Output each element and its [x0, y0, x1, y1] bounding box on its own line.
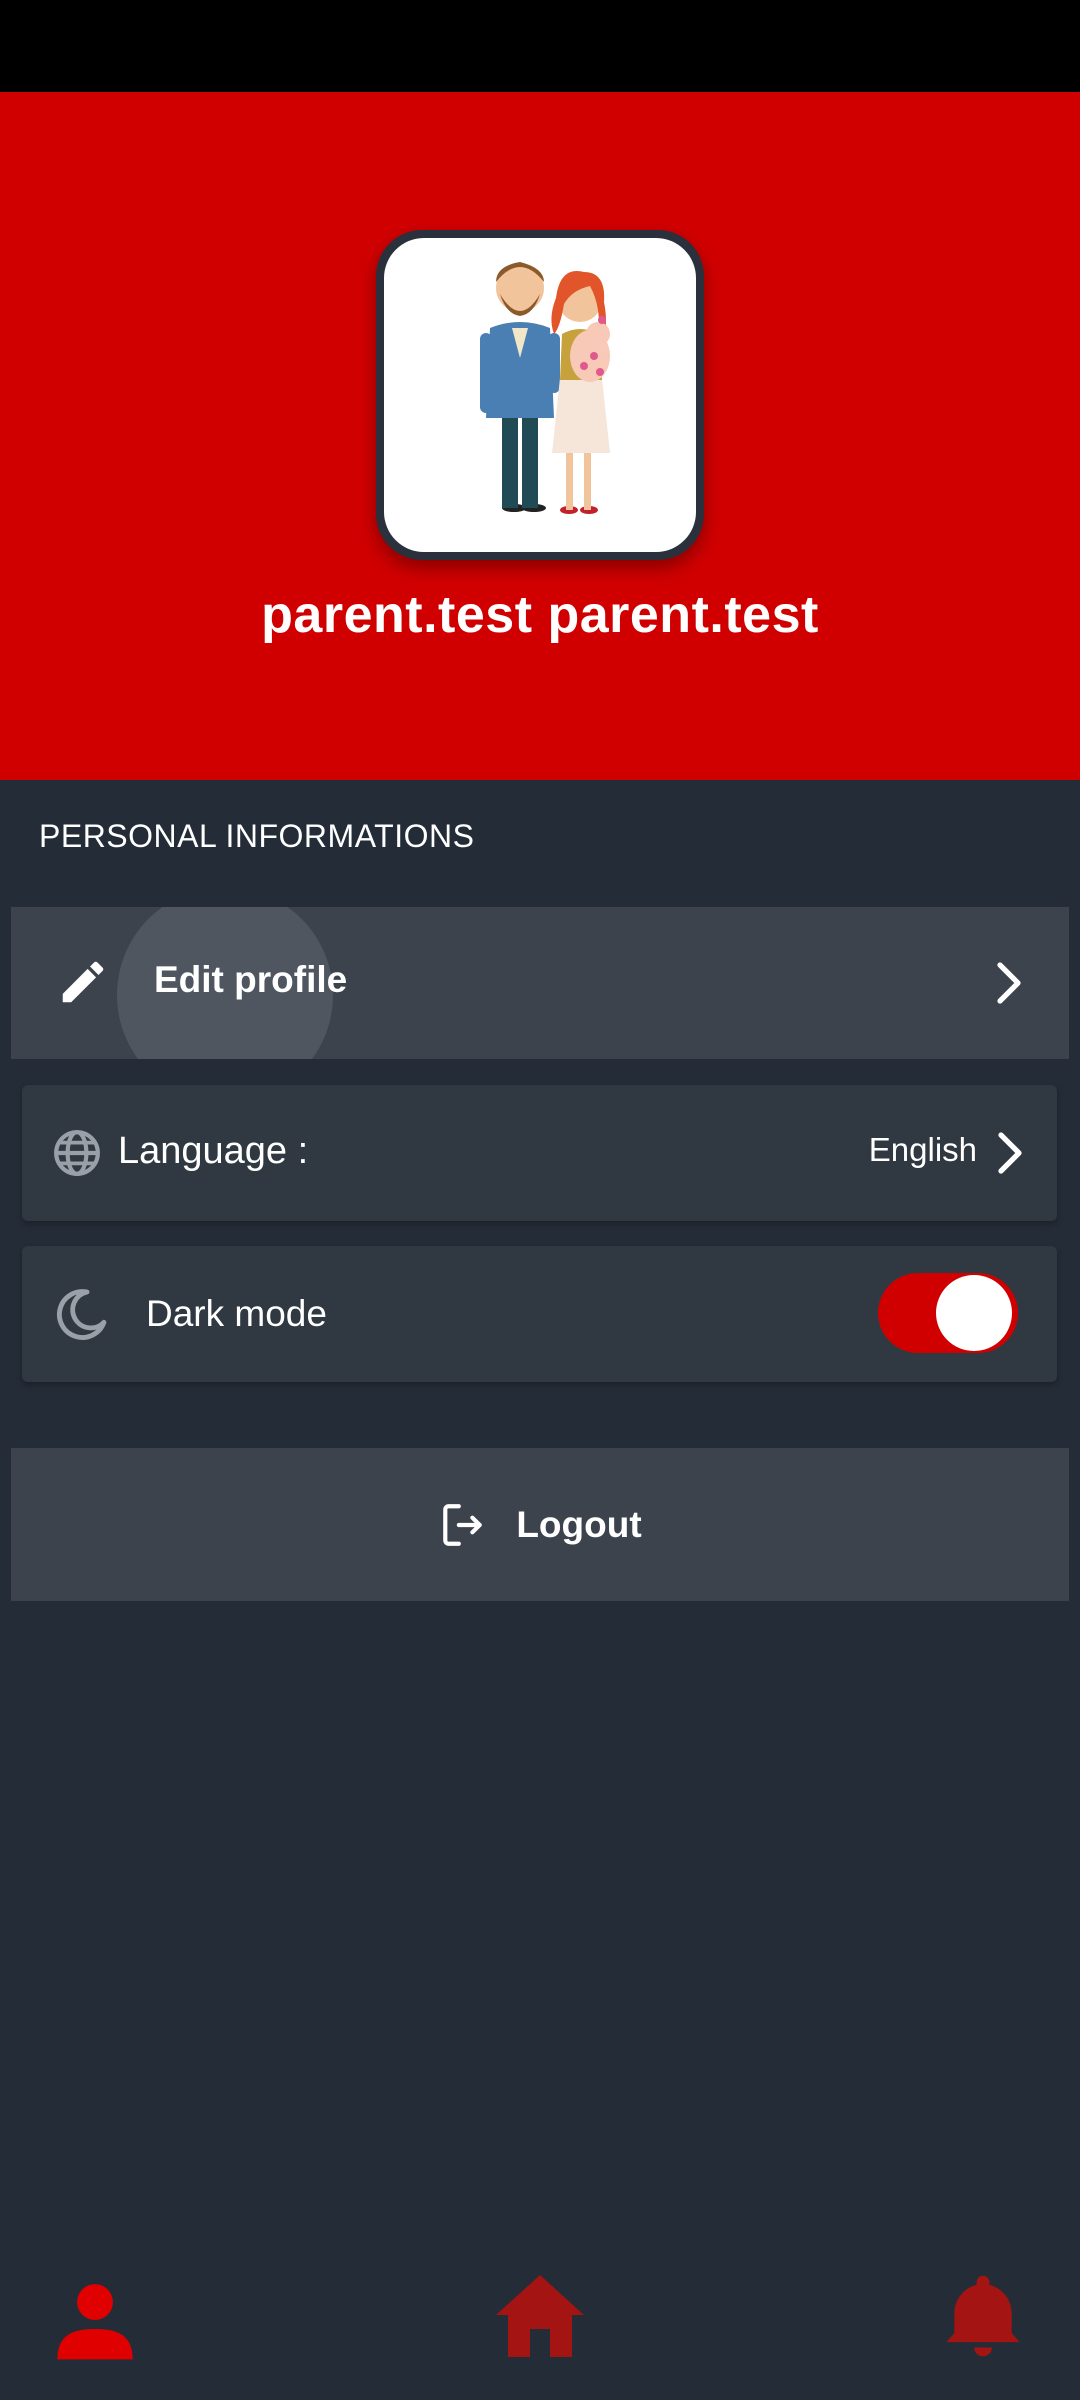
dark-mode-toggle[interactable]: [878, 1271, 1018, 1355]
edit-profile-label: Edit profile: [154, 959, 348, 1000]
chevron-right-icon: [998, 1132, 1022, 1174]
section-title: PERSONAL INFORMATIONS: [39, 818, 475, 854]
bottom-navigation: [0, 2245, 1080, 2400]
logout-button[interactable]: Logout: [11, 1448, 1069, 1601]
avatar: [376, 230, 704, 560]
language-setting[interactable]: Language : English: [22, 1085, 1057, 1221]
status-bar: [0, 0, 1080, 92]
edit-profile-button[interactable]: Edit profile: [11, 907, 1069, 1059]
language-value: English: [868, 1131, 977, 1168]
bell-icon[interactable]: [940, 2269, 1026, 2365]
person-icon[interactable]: [52, 2277, 138, 2363]
dark-mode-label: Dark mode: [146, 1293, 327, 1334]
chevron-right-icon: [997, 962, 1021, 1004]
pencil-icon: [62, 961, 104, 1003]
dark-mode-setting: Dark mode: [22, 1246, 1057, 1382]
logout-label: Logout: [516, 1503, 642, 1545]
language-label: Language :: [118, 1130, 309, 1172]
profile-username: parent.test parent.test: [261, 586, 819, 644]
moon-icon: [57, 1289, 107, 1340]
home-icon[interactable]: [490, 2269, 590, 2365]
toggle-knob: [936, 1275, 1012, 1351]
globe-icon: [54, 1130, 100, 1176]
logout-icon: [443, 1503, 483, 1546]
family-illustration: [384, 238, 696, 552]
